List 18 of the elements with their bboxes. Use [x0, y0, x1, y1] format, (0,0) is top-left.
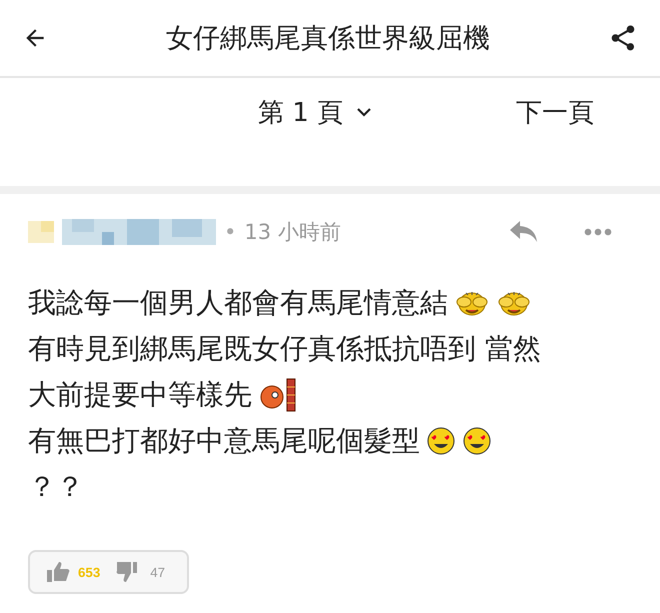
page-selector[interactable]: 第 1 頁 [258, 94, 372, 130]
comment-text-line: 有時見到綁馬尾既女仔真係抵抗唔到 當然 [28, 331, 541, 367]
cover-face-emoji-icon [496, 289, 532, 317]
comment-text-line: 我諗每一個男人都會有馬尾情意結 [28, 285, 448, 321]
chevron-down-icon [357, 107, 372, 117]
page-title: 女仔綁馬尾真係世界級屈機 [165, 22, 491, 56]
post-time: 13 小時前 [244, 219, 341, 246]
comment-text-line: 有無巴打都好中意馬尾呢個髮型 [28, 423, 420, 459]
separator-dot: • [224, 220, 236, 244]
more-options-button[interactable] [584, 228, 612, 236]
comment-text-line: 大前提要中等樣先 [28, 377, 252, 413]
heart-eyes-emoji-icon [462, 426, 492, 456]
heart-eyes-emoji-icon [426, 426, 456, 456]
cover-face-emoji-icon [454, 289, 490, 317]
redacted-avatar [28, 221, 54, 243]
next-page-link[interactable]: 下一頁 [516, 94, 594, 130]
comment-text-line: ？？ [28, 469, 84, 505]
thumbs-up-icon [46, 561, 70, 583]
